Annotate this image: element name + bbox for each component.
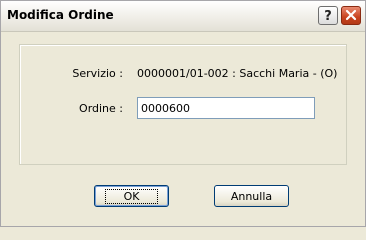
ok-button-label: OK (104, 188, 159, 204)
servizio-value: 0000001/01-002 : Sacchi Maria - (O) (137, 67, 338, 80)
close-button[interactable] (341, 6, 361, 25)
close-icon (345, 9, 357, 21)
help-button[interactable]: ? (318, 6, 338, 25)
ok-button[interactable]: OK (94, 185, 169, 207)
servizio-label: Servizio : (72, 67, 123, 80)
ordine-label: Ordine : (79, 102, 123, 115)
cancel-button[interactable]: Annulla (214, 185, 289, 207)
title-bar[interactable]: Modifica Ordine ? (1, 1, 365, 32)
dialog-window: Modifica Ordine ? Servizio : 0000001/01-… (0, 0, 366, 227)
ordine-input[interactable] (137, 97, 315, 119)
svg-text:?: ? (324, 9, 332, 24)
window-title: Modifica Ordine (7, 8, 114, 22)
help-icon: ? (324, 9, 332, 24)
